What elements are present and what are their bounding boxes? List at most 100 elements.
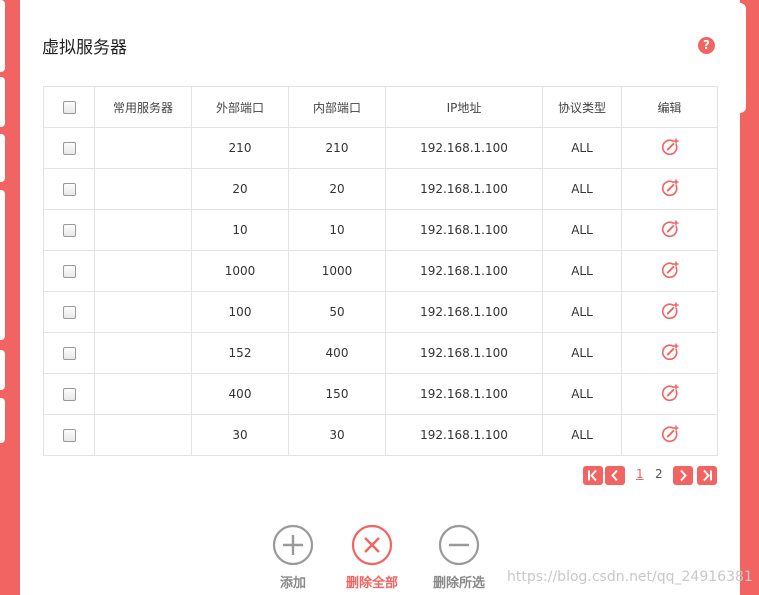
chevron-right-icon — [680, 469, 687, 482]
internal-port-cell: 150 — [288, 373, 386, 415]
protocol-cell: ALL — [542, 168, 622, 210]
row-checkbox[interactable] — [62, 142, 76, 155]
service-cell — [94, 373, 192, 415]
page-link-2[interactable]: 2 — [655, 467, 663, 481]
protocol-cell: ALL — [542, 250, 622, 292]
ip-address-cell: 192.168.1.100 — [385, 332, 543, 374]
edit-cell — [621, 373, 718, 415]
ip-address-cell: 192.168.1.100 — [385, 414, 543, 456]
external-port-cell: 20 — [191, 168, 289, 210]
row-checkbox[interactable] — [62, 183, 76, 196]
edit-cell — [621, 332, 718, 374]
last-page-icon — [703, 469, 712, 482]
row-checkbox[interactable] — [62, 429, 76, 442]
minus-circle-icon — [438, 524, 480, 566]
help-icon[interactable]: ? — [698, 37, 715, 54]
edit-cell — [621, 168, 718, 210]
row-select-cell — [43, 373, 95, 415]
row-checkbox[interactable] — [62, 388, 76, 401]
table-row: 100 50 192.168.1.100 ALL — [43, 291, 718, 333]
internal-port-cell: 1000 — [288, 250, 386, 292]
row-checkbox[interactable] — [62, 265, 76, 278]
chevron-left-icon — [611, 469, 618, 482]
row-checkbox[interactable] — [62, 347, 76, 360]
next-page-button[interactable] — [673, 466, 693, 485]
service-cell — [94, 168, 192, 210]
table-row: 1000 1000 192.168.1.100 ALL — [43, 250, 718, 292]
service-cell — [94, 414, 192, 456]
ip-address-cell: 192.168.1.100 — [385, 168, 543, 210]
table-header-row: 常用服务器 外部端口 内部端口 IP地址 协议类型 编辑 — [43, 86, 718, 128]
service-cell — [94, 250, 192, 292]
external-port-cell: 152 — [191, 332, 289, 374]
external-port-cell: 1000 — [191, 250, 289, 292]
rail-notch — [0, 77, 5, 127]
external-port-cell: 30 — [191, 414, 289, 456]
row-select-cell — [43, 414, 95, 456]
edit-icon[interactable] — [660, 178, 680, 201]
rail-notch — [0, 398, 5, 443]
table-row: 30 30 192.168.1.100 ALL — [43, 414, 718, 456]
prev-page-button[interactable] — [605, 466, 625, 485]
protocol-cell: ALL — [542, 127, 622, 169]
delete-all-button-label: 删除全部 — [345, 576, 398, 591]
service-cell — [94, 291, 192, 333]
protocol-cell: ALL — [542, 332, 622, 374]
internal-port-cell: 400 — [288, 332, 386, 374]
ip-address-cell: 192.168.1.100 — [385, 127, 543, 169]
edit-icon[interactable] — [660, 301, 680, 324]
rail-notch — [0, 350, 5, 390]
edit-icon[interactable] — [660, 260, 680, 283]
rail-notch — [0, 0, 5, 72]
first-page-icon — [588, 469, 597, 482]
first-page-button[interactable] — [583, 466, 603, 485]
row-checkbox[interactable] — [62, 306, 76, 319]
service-cell — [94, 209, 192, 251]
row-select-cell — [43, 127, 95, 169]
edit-cell — [621, 250, 718, 292]
row-select-cell — [43, 250, 95, 292]
left-sidebar-rail — [0, 0, 20, 595]
table-row: 10 10 192.168.1.100 ALL — [43, 209, 718, 251]
header-external-port: 外部端口 — [191, 86, 289, 128]
edit-icon[interactable] — [660, 383, 680, 406]
table-row: 20 20 192.168.1.100 ALL — [43, 168, 718, 210]
internal-port-cell: 30 — [288, 414, 386, 456]
row-checkbox[interactable] — [62, 224, 76, 237]
header-ip-address: IP地址 — [385, 86, 543, 128]
add-button[interactable]: 添加 — [258, 524, 328, 591]
service-cell — [94, 127, 192, 169]
header-edit: 编辑 — [621, 86, 718, 128]
ip-address-cell: 192.168.1.100 — [385, 209, 543, 251]
ip-address-cell: 192.168.1.100 — [385, 373, 543, 415]
row-select-cell — [43, 291, 95, 333]
edit-icon[interactable] — [660, 424, 680, 447]
last-page-button[interactable] — [697, 466, 717, 485]
x-circle-icon — [351, 524, 393, 566]
table-row: 400 150 192.168.1.100 ALL — [43, 373, 718, 415]
internal-port-cell: 10 — [288, 209, 386, 251]
external-port-cell: 400 — [191, 373, 289, 415]
protocol-cell: ALL — [542, 291, 622, 333]
row-select-cell — [43, 168, 95, 210]
delete-all-button[interactable]: 删除全部 — [337, 524, 407, 591]
page-link-1[interactable]: 1 — [636, 467, 644, 481]
internal-port-cell: 210 — [288, 127, 386, 169]
edit-cell — [621, 414, 718, 456]
page-title: 虚拟服务器 — [42, 38, 127, 58]
edit-cell — [621, 127, 718, 169]
external-port-cell: 10 — [191, 209, 289, 251]
delete-selected-button[interactable]: 删除所选 — [424, 524, 494, 591]
watermark-text: https://blog.csdn.net/qq_24916381 — [507, 569, 753, 585]
header-select-all — [43, 86, 95, 128]
rail-notch — [740, 3, 746, 113]
add-button-label: 添加 — [279, 576, 306, 591]
edit-icon[interactable] — [660, 342, 680, 365]
header-protocol: 协议类型 — [542, 86, 622, 128]
table-row: 210 210 192.168.1.100 ALL — [43, 127, 718, 169]
select-all-checkbox[interactable] — [62, 101, 76, 114]
rail-notch — [0, 190, 5, 340]
ip-address-cell: 192.168.1.100 — [385, 291, 543, 333]
edit-icon[interactable] — [660, 219, 680, 242]
edit-icon[interactable] — [660, 137, 680, 160]
